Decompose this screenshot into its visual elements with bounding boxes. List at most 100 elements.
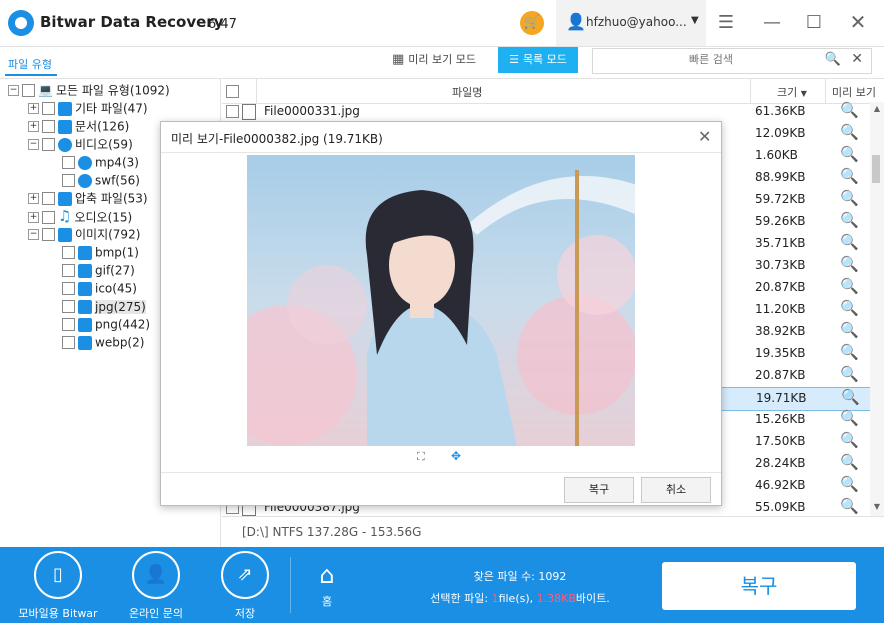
tree-item-audio[interactable]: + ♫ 오디오(15) [28, 207, 132, 225]
close-icon[interactable]: ✕ [848, 10, 868, 34]
tree-item-bmp[interactable]: bmp(1) [62, 243, 139, 261]
image-icon [58, 227, 72, 242]
list-mode-button[interactable]: ☰ 목록 모드 [498, 47, 578, 73]
collapse-toggle[interactable]: − [28, 229, 39, 240]
tree-label: 모든 파일 유형(1092) [55, 83, 170, 98]
checkbox[interactable] [62, 264, 75, 277]
collapse-toggle[interactable]: − [8, 85, 19, 96]
scroll-up-icon[interactable]: ▲ [870, 104, 884, 116]
checkbox[interactable] [42, 192, 55, 205]
checkbox[interactable] [62, 156, 75, 169]
collapse-toggle[interactable]: − [28, 139, 39, 150]
checkbox[interactable] [42, 120, 55, 133]
checkbox[interactable] [62, 318, 75, 331]
online-inquiry-button[interactable]: 👤 온라인 문의 [116, 551, 196, 621]
expand-toggle[interactable]: + [28, 212, 39, 223]
magnifier-icon[interactable]: 🔍 [840, 233, 859, 251]
rotate-icon[interactable]: ✥ [451, 449, 461, 463]
magnifier-icon[interactable]: 🔍 [840, 145, 859, 163]
magnifier-icon[interactable]: 🔍 [840, 431, 859, 449]
tree-item-other[interactable]: + 기타 파일(47) [28, 99, 148, 117]
magnifier-icon[interactable]: 🔍 [840, 321, 859, 339]
fit-icon[interactable]: ⛶ [417, 450, 425, 464]
music-icon: ♫ [58, 207, 72, 225]
tab-file-type[interactable]: 파일 유형 [8, 56, 52, 72]
magnifier-icon[interactable]: 🔍 [840, 167, 859, 185]
checkbox[interactable] [42, 228, 55, 241]
scroll-down-icon[interactable]: ▼ [870, 502, 884, 514]
magnifier-icon[interactable]: 🔍 [840, 475, 859, 493]
tree-item-webp[interactable]: webp(2) [62, 333, 144, 351]
magnifier-icon[interactable]: 🔍 [840, 255, 859, 273]
play-icon [58, 137, 72, 152]
search-icon[interactable]: 🔍 [825, 52, 841, 67]
tree-item-video[interactable]: − 비디오(59) [28, 135, 133, 153]
mobile-bitwar-button[interactable]: ▯ 모바일용 Bitwar [18, 551, 98, 621]
tree-item-mp4[interactable]: mp4(3) [62, 153, 139, 171]
dialog-cancel-button[interactable]: 취소 [641, 477, 711, 503]
expand-toggle[interactable]: + [28, 103, 39, 114]
dialog-recover-button[interactable]: 복구 [564, 477, 634, 503]
checkbox[interactable] [42, 138, 55, 151]
cart-icon[interactable]: 🛒 [520, 11, 544, 35]
tree-item-all[interactable]: − 💻 모든 파일 유형(1092) [8, 81, 170, 99]
tree-label: mp4(3) [95, 155, 139, 170]
search-input[interactable] [599, 52, 823, 67]
scrollbar-thumb[interactable] [872, 155, 880, 183]
expand-toggle[interactable]: + [28, 193, 39, 204]
maximize-icon[interactable]: ☐ [804, 12, 824, 33]
menu-icon[interactable]: ☰ [716, 12, 736, 33]
table-row[interactable]: File0000331.jpg 61.36KB 🔍 [222, 101, 870, 123]
tree-item-png[interactable]: png(442) [62, 315, 150, 333]
tree-item-jpg[interactable]: jpg(275) [62, 297, 146, 315]
magnifier-icon[interactable]: 🔍 [840, 299, 859, 317]
tree-item-archive[interactable]: + 압축 파일(53) [28, 189, 148, 207]
selected-info: 선택한 파일: 1file(s), 1.38KB바이트. [410, 590, 630, 606]
mobile-icon: ▯ [53, 564, 63, 585]
file-size: 46.92KB [755, 478, 806, 492]
tree-item-gif[interactable]: gif(27) [62, 261, 135, 279]
checkbox[interactable] [22, 84, 35, 97]
tree-item-ico[interactable]: ico(45) [62, 279, 137, 297]
minimize-icon[interactable]: — [762, 12, 782, 33]
user-account-menu[interactable]: 👤 hfzhuo@yahoo... ▼ [556, 0, 706, 46]
tree-item-swf[interactable]: swf(56) [62, 171, 140, 189]
checkbox[interactable] [42, 102, 55, 115]
home-button[interactable]: ⌂ 홈 [287, 561, 367, 609]
tree-label: webp(2) [95, 335, 145, 350]
close-icon[interactable]: ✕ [698, 127, 711, 146]
header-size[interactable]: 크기 ▼ [777, 84, 807, 100]
row-checkbox[interactable] [226, 105, 239, 118]
magnifier-icon[interactable]: 🔍 [840, 409, 859, 427]
checkbox[interactable] [62, 246, 75, 259]
magnifier-icon[interactable]: 🔍 [840, 277, 859, 295]
save-button[interactable]: ⇗ 저장 [205, 551, 285, 621]
chevron-down-icon[interactable]: ▼ [691, 15, 699, 26]
magnifier-icon[interactable]: 🔍 [840, 123, 859, 141]
magnifier-icon[interactable]: 🔍 [840, 365, 859, 383]
select-all-checkbox[interactable] [226, 85, 239, 98]
checkbox[interactable] [62, 300, 75, 313]
image-icon [78, 263, 92, 278]
magnifier-icon[interactable]: 🔍 [841, 388, 860, 406]
user-icon: 👤 [566, 12, 586, 31]
magnifier-icon[interactable]: 🔍 [840, 189, 859, 207]
file-icon [242, 104, 256, 120]
checkbox[interactable] [62, 174, 75, 187]
expand-toggle[interactable]: + [28, 121, 39, 132]
checkbox[interactable] [42, 211, 55, 224]
tree-item-docs[interactable]: + 문서(126) [28, 117, 129, 135]
clear-icon[interactable]: ✕ [851, 51, 863, 67]
tree-item-image[interactable]: − 이미지(792) [28, 225, 140, 243]
magnifier-icon[interactable]: 🔍 [840, 453, 859, 471]
magnifier-icon[interactable]: 🔍 [840, 211, 859, 229]
checkbox[interactable] [62, 336, 75, 349]
preview-mode-button[interactable]: ▦ 미리 보기 모드 [392, 47, 492, 73]
header-filename[interactable]: 파일명 [452, 84, 482, 100]
magnifier-icon[interactable]: 🔍 [840, 101, 859, 119]
tree-label: bmp(1) [95, 245, 139, 260]
magnifier-icon[interactable]: 🔍 [840, 497, 859, 515]
recover-button[interactable]: 복구 [662, 562, 856, 610]
checkbox[interactable] [62, 282, 75, 295]
magnifier-icon[interactable]: 🔍 [840, 343, 859, 361]
